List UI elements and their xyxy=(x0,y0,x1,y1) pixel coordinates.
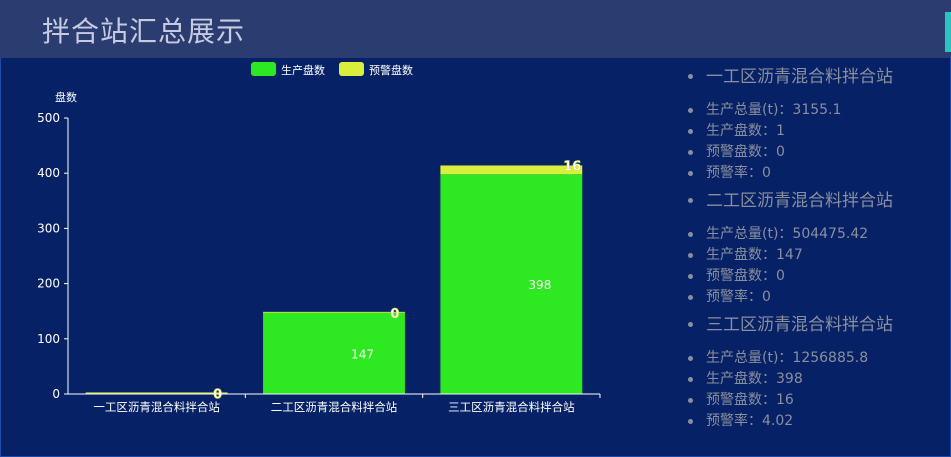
stat-value: 0 xyxy=(776,268,785,284)
y-tick-label: 100 xyxy=(37,332,60,346)
station-stat: 预警率：0 xyxy=(688,287,948,308)
bullet-icon xyxy=(688,198,693,203)
chart-legend[interactable]: 生产盘数 预警盘数 xyxy=(251,62,413,77)
stat-value: 504475.42 xyxy=(792,226,869,242)
stat-label: 预警盘数： xyxy=(706,144,776,160)
bullet-icon xyxy=(688,129,693,134)
stacked-bar-chart: 生产盘数 预警盘数 盘数 0100200300400500 0147039816 … xyxy=(37,62,601,414)
bullet-icon xyxy=(688,108,693,113)
station-stat: 预警率：4.02 xyxy=(688,411,948,432)
station-stat: 生产盘数：398 xyxy=(688,369,948,390)
bullet-icon xyxy=(688,322,693,327)
bars: 0147039816 xyxy=(85,159,583,403)
stat-value: 0 xyxy=(762,289,771,305)
bullet-icon xyxy=(688,253,693,258)
bar-production xyxy=(263,312,405,394)
bar-warning xyxy=(440,165,583,175)
bullet-icon xyxy=(688,171,693,176)
stat-value: 0 xyxy=(762,165,771,181)
stat-label: 预警率： xyxy=(706,165,762,181)
station-name: 一工区沥青混合料拌合站 xyxy=(688,64,948,94)
data-label-warning: 16 xyxy=(563,159,581,174)
legend-label: 预警盘数 xyxy=(369,63,413,77)
x-tick-label: 三工区沥青混合料拌合站 xyxy=(448,400,575,414)
y-tick-label: 500 xyxy=(37,111,60,125)
data-label-production: 147 xyxy=(351,347,374,361)
stat-value: 0 xyxy=(776,144,785,160)
stat-value: 16 xyxy=(776,392,794,408)
stat-label: 预警率： xyxy=(706,413,762,429)
x-tick-label: 一工区沥青混合料拌合站 xyxy=(93,400,220,414)
bar-warning xyxy=(85,392,228,394)
bar-production xyxy=(440,174,583,394)
bullet-icon xyxy=(688,295,693,300)
stat-label: 预警盘数： xyxy=(706,268,776,284)
station-block: 三工区沥青混合料拌合站 生产总量(t)：1256885.8 生产盘数：398 预警盘数… xyxy=(688,312,948,432)
bullet-icon xyxy=(688,74,693,79)
page-title: 拌合站汇总展示 xyxy=(42,15,246,48)
stat-value: 147 xyxy=(776,247,803,263)
y-axis-label: 盘数 xyxy=(55,90,77,104)
stat-label: 预警盘数： xyxy=(706,392,776,408)
bullet-icon xyxy=(688,150,693,155)
stat-value: 3155.1 xyxy=(792,102,842,118)
bullet-icon xyxy=(688,419,693,424)
legend-swatch xyxy=(339,62,364,76)
station-block: 一工区沥青混合料拌合站 生产总量(t)：3155.1 生产盘数：1 预警盘数：0 预警率… xyxy=(688,64,948,184)
station-stat: 预警盘数：16 xyxy=(688,390,948,411)
station-stat: 生产总量(t)：1256885.8 xyxy=(688,348,948,369)
station-summary-panel: 一工区沥青混合料拌合站 生产总量(t)：3155.1 生产盘数：1 预警盘数：0 预警率… xyxy=(688,64,948,436)
x-tick-label: 二工区沥青混合料拌合站 xyxy=(271,400,398,414)
station-name: 三工区沥青混合料拌合站 xyxy=(688,312,948,342)
bullet-icon xyxy=(688,232,693,237)
stat-label: 生产总量(t)： xyxy=(706,102,793,118)
data-label-warning: 0 xyxy=(390,307,399,322)
bullet-icon xyxy=(688,398,693,403)
station-stat: 生产总量(t)：3155.1 xyxy=(688,100,948,121)
y-tick-label: 0 xyxy=(52,387,60,401)
page-header: 拌合站汇总展示 xyxy=(0,0,951,58)
y-axis: 0 100 200 300 400 500 xyxy=(37,111,69,401)
station-name-text: 二工区沥青混合料拌合站 xyxy=(706,191,893,211)
stat-label: 生产总量(t)： xyxy=(706,226,793,242)
station-name-text: 一工区沥青混合料拌合站 xyxy=(706,67,893,87)
bullet-icon xyxy=(688,274,693,279)
station-block: 二工区沥青混合料拌合站 生产总量(t)：504475.42 生产盘数：147 预警盘数… xyxy=(688,188,948,308)
stat-value: 1 xyxy=(776,123,785,139)
stat-value: 4.02 xyxy=(762,413,794,429)
station-name-text: 三工区沥青混合料拌合站 xyxy=(706,315,893,335)
data-label-production: 398 xyxy=(528,278,551,292)
y-tick-label: 300 xyxy=(37,221,60,235)
legend-label: 生产盘数 xyxy=(281,63,325,77)
y-tick-label: 400 xyxy=(37,166,60,180)
x-axis: 一工区沥青混合料拌合站 二工区沥青混合料拌合站 三工区沥青混合料拌合站 xyxy=(68,393,601,414)
stat-value: 1256885.8 xyxy=(792,350,869,366)
legend-swatch xyxy=(251,62,276,76)
stat-label: 生产盘数： xyxy=(706,247,776,263)
station-stat: 预警盘数：0 xyxy=(688,142,948,163)
stat-label: 生产盘数： xyxy=(706,371,776,387)
bar-warning xyxy=(263,311,405,313)
station-name: 二工区沥青混合料拌合站 xyxy=(688,188,948,218)
station-stat: 生产盘数：147 xyxy=(688,245,948,266)
station-stat: 预警盘数：0 xyxy=(688,266,948,287)
stat-label: 生产盘数： xyxy=(706,123,776,139)
header-accent-bar xyxy=(945,12,951,52)
y-tick-label: 200 xyxy=(37,277,60,291)
stat-label: 预警率： xyxy=(706,289,762,305)
station-stat: 预警率：0 xyxy=(688,163,948,184)
bullet-icon xyxy=(688,356,693,361)
station-stat: 生产盘数：1 xyxy=(688,121,948,142)
stat-label: 生产总量(t)： xyxy=(706,350,793,366)
stat-value: 398 xyxy=(776,371,803,387)
station-stat: 生产总量(t)：504475.42 xyxy=(688,224,948,245)
bullet-icon xyxy=(688,377,693,382)
